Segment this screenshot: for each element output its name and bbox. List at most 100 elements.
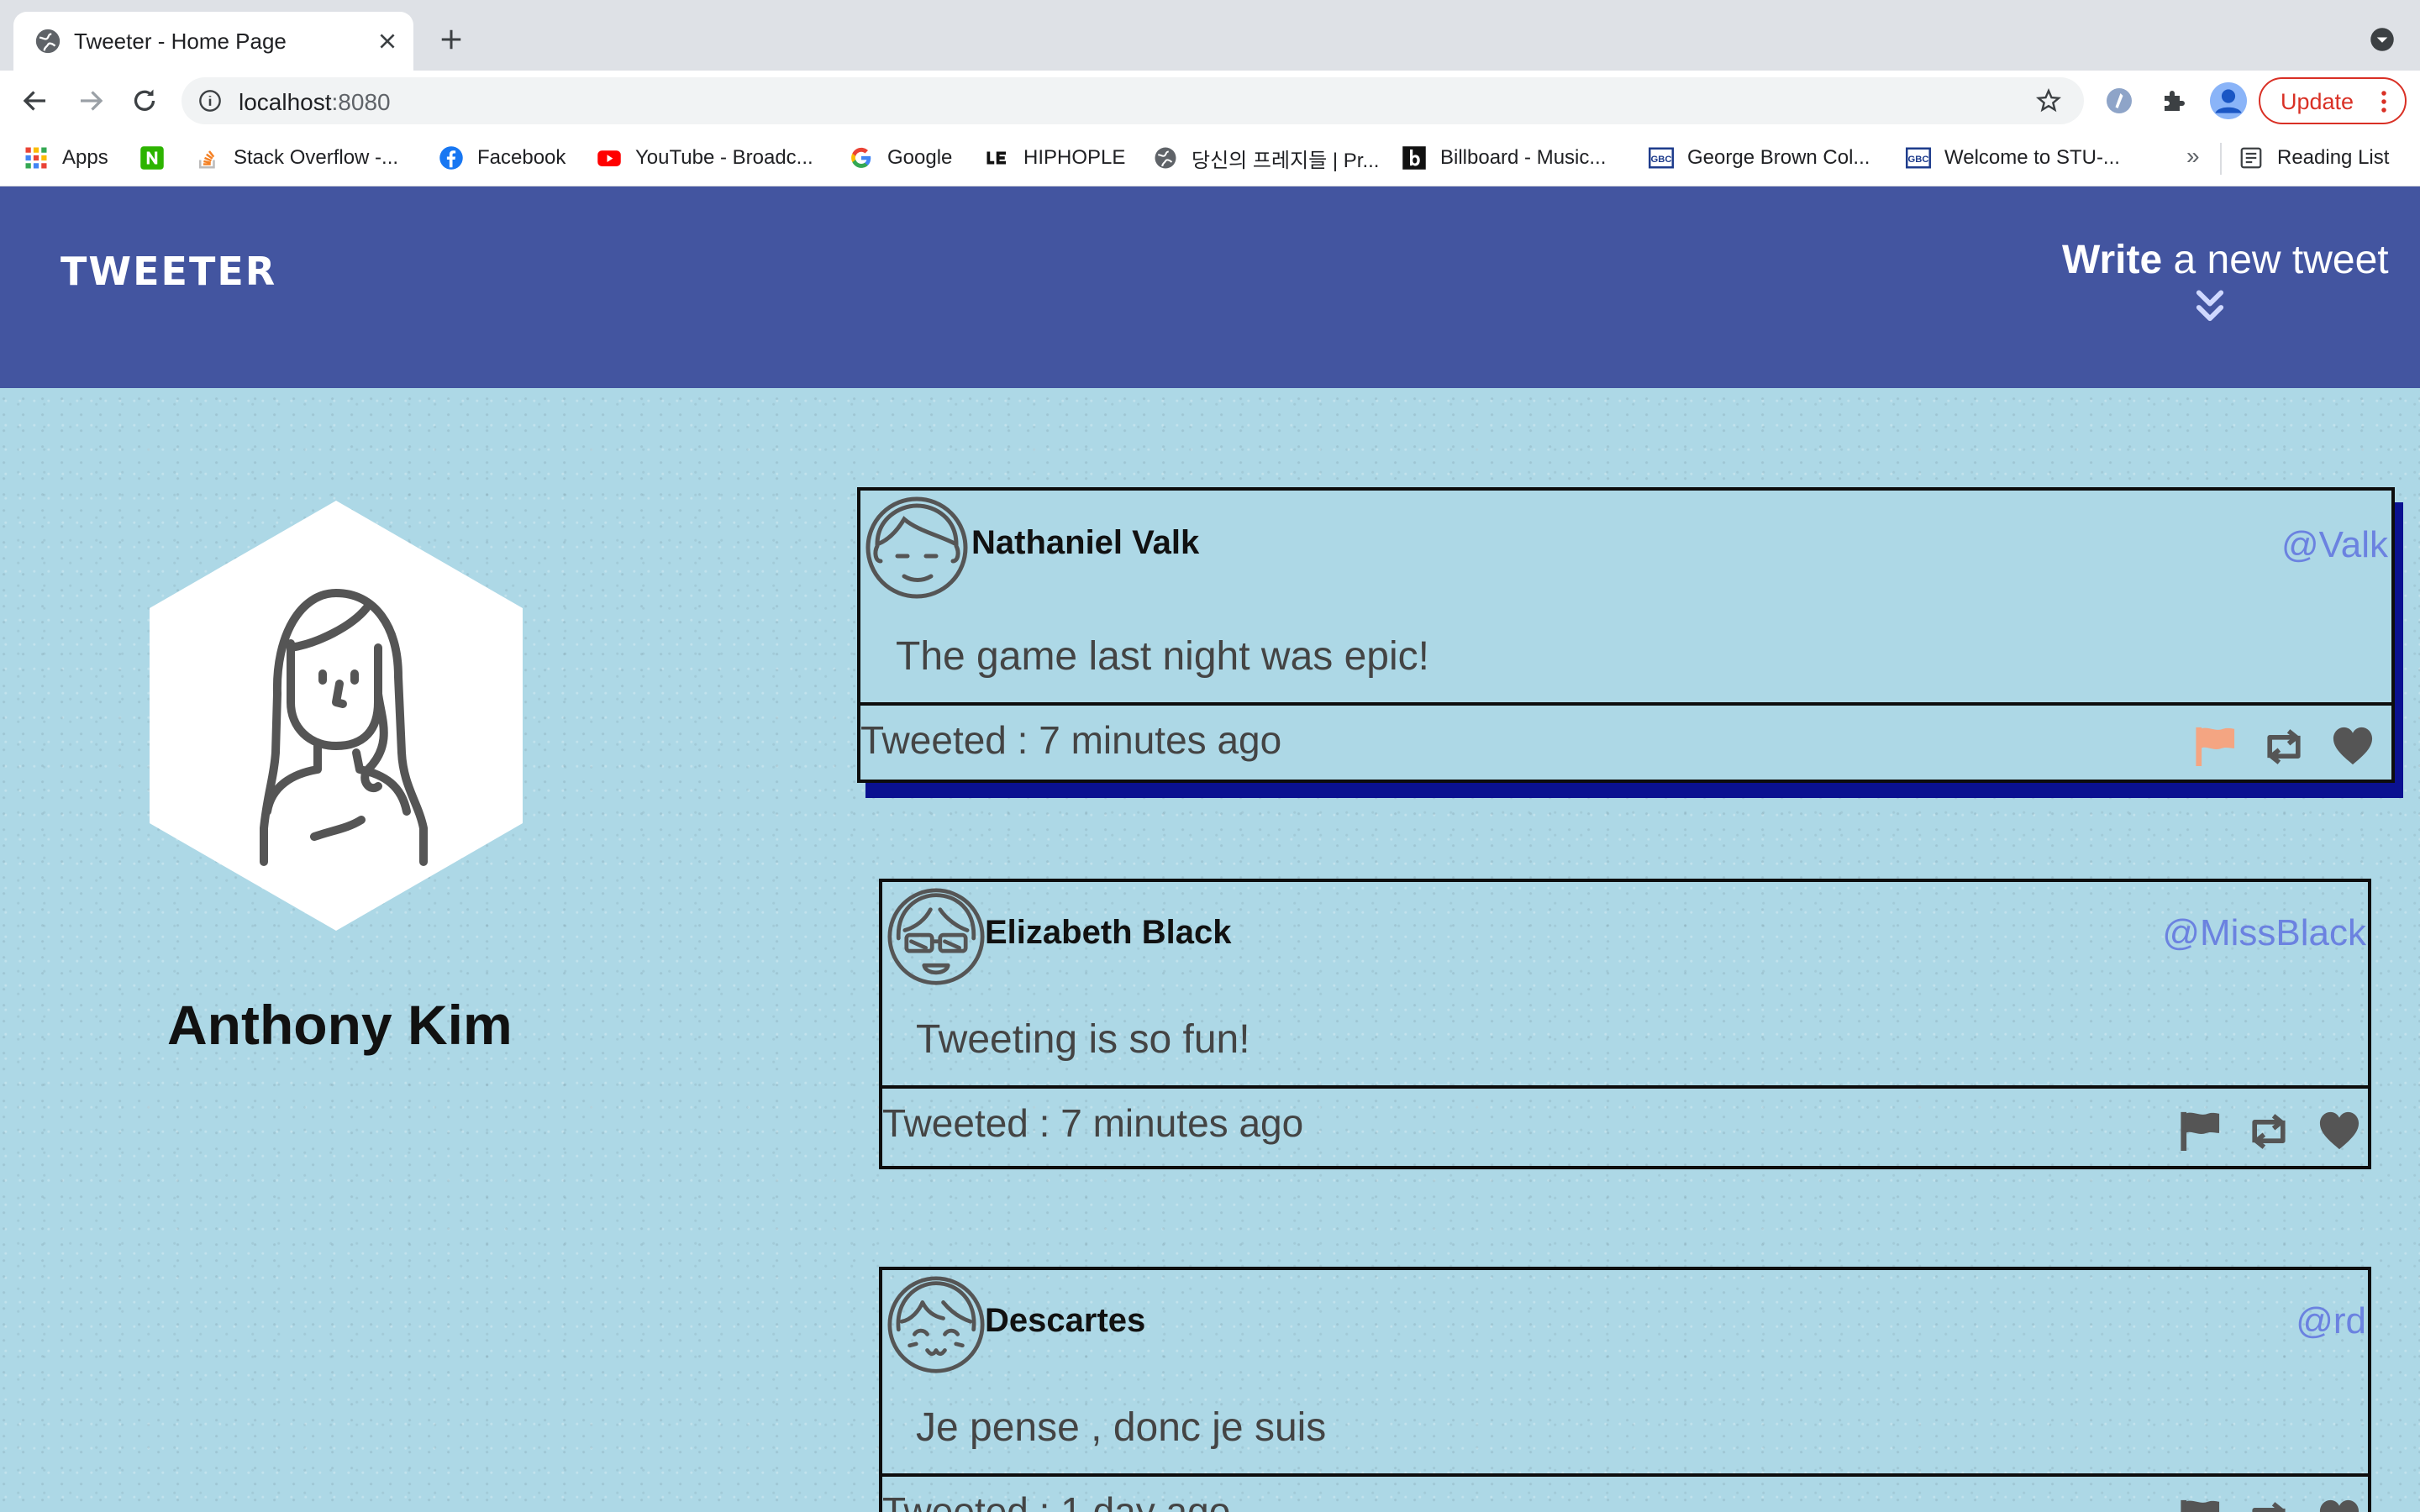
bookmark-label: Google [887, 146, 953, 169]
tweet-author-name[interactable]: Descartes [985, 1302, 1145, 1340]
globe-icon [35, 29, 60, 54]
tweet-text: The game last night was epic! [896, 634, 1429, 679]
tweet-divider [860, 702, 2391, 706]
browser-tab[interactable]: Tweeter - Home Page [13, 12, 413, 71]
hiphople-icon [986, 151, 1006, 165]
tweet-divider [882, 1473, 2368, 1477]
n-logo-icon [140, 146, 164, 170]
svg-text:GBC: GBC [1651, 155, 1672, 165]
bookmarks-overflow-button[interactable]: » [2186, 143, 2200, 170]
extension-pdf-icon[interactable] [2104, 86, 2134, 116]
url-port: :8080 [331, 89, 391, 115]
bookmark-stu[interactable]: GBC Welcome to STU-... [1906, 143, 2120, 173]
compose-rest-text: a new tweet [2162, 238, 2389, 282]
profile-person-icon [2210, 82, 2247, 119]
bookmarks-bar: Apps Stack Overflow -... Facebook YouTub… [0, 131, 2420, 186]
bookmark-billboard[interactable]: Billboard - Music... [1402, 143, 1606, 173]
tweet-author-name[interactable]: Elizabeth Black [985, 914, 1231, 952]
tab-search-icon[interactable] [2370, 27, 2395, 52]
page-body: TWEETER Write a new tweet Anthony Kim Na… [0, 186, 2420, 1512]
svg-text:GBC: GBC [1908, 155, 1929, 165]
tweet-author-handle[interactable]: @Valk [2281, 524, 2388, 566]
site-info-icon[interactable] [198, 89, 222, 113]
tweet-text: Je pense , donc je suis [916, 1405, 1327, 1450]
back-arrow-icon[interactable] [20, 86, 50, 116]
tweet-author-handle[interactable]: @MissBlack [2162, 912, 2366, 954]
bookmark-label: Welcome to STU-... [1944, 146, 2120, 169]
forward-arrow-icon[interactable] [76, 86, 106, 116]
apps-grid-icon [25, 147, 47, 169]
stackoverflow-icon [199, 150, 215, 169]
tweet-author-name[interactable]: Nathaniel Valk [971, 524, 1199, 562]
google-icon [851, 147, 871, 168]
bookmarks-divider [2220, 143, 2222, 175]
bookmark-label: Apps [62, 146, 108, 169]
tweet-author-handle[interactable]: @rd [2296, 1300, 2366, 1342]
bookmark-hiphople[interactable]: HIPHOPLE [985, 143, 1125, 173]
url-text: localhost:8080 [239, 89, 391, 116]
heart-icon[interactable] [2316, 1497, 2363, 1512]
heart-icon[interactable] [2329, 724, 2376, 766]
bookmark-george-brown[interactable]: GBC George Brown Col... [1649, 143, 1870, 173]
reading-list-icon [2240, 147, 2262, 169]
tweet-card[interactable]: Descartes @rd Je pense , donc je suis Tw… [879, 1267, 2371, 1512]
reload-icon[interactable] [129, 86, 160, 116]
bookmark-label: George Brown Col... [1687, 146, 1870, 169]
bookmark-n[interactable] [139, 143, 178, 173]
reading-list-label: Reading List [2277, 146, 2390, 169]
double-chevron-down-icon[interactable] [2195, 289, 2225, 326]
profile-avatar[interactable] [2210, 82, 2247, 119]
user-avatar-icon [887, 1276, 985, 1373]
bookmark-apps[interactable]: Apps [24, 143, 108, 173]
user-avatar-icon [887, 888, 985, 985]
bookmark-label: Stack Overflow -... [234, 146, 399, 169]
address-bar[interactable]: localhost:8080 [182, 77, 2084, 124]
bookmark-label: YouTube - Broadc... [635, 146, 813, 169]
tweet-timestamp: Tweeted : 7 minutes ago [860, 718, 1282, 762]
site-header: TWEETER Write a new tweet [0, 186, 2420, 388]
tweet-timestamp: Tweeted : 1 day ago [882, 1489, 1231, 1512]
flag-icon[interactable] [2176, 1109, 2223, 1151]
bookmark-facebook[interactable]: Facebook [439, 143, 566, 173]
compose-tweet-link[interactable]: Write a new tweet [2062, 237, 2389, 283]
reading-list-button[interactable]: Reading List [2238, 143, 2389, 173]
profile-avatar-image [150, 501, 523, 931]
extensions-puzzle-icon[interactable] [2160, 86, 2190, 116]
bookmark-label: Billboard - Music... [1440, 146, 1607, 169]
globe-icon [1155, 147, 1176, 169]
heart-icon[interactable] [2316, 1109, 2363, 1151]
tweet-card[interactable]: Nathaniel Valk @Valk The game last night… [857, 487, 2395, 783]
retweet-icon[interactable] [2245, 1499, 2292, 1512]
bookmark-google[interactable]: Google [849, 143, 952, 173]
flag-icon[interactable] [2176, 1497, 2223, 1512]
bookmark-label: 당신의 프레지들 | Pr... [1192, 149, 1380, 172]
youtube-icon [597, 150, 621, 166]
flag-icon[interactable] [2191, 724, 2238, 766]
compose-bold-text: Write [2062, 238, 2163, 282]
bookmark-stackoverflow[interactable]: Stack Overflow -... [195, 143, 398, 173]
more-vert-icon [2381, 91, 2386, 113]
retweet-icon[interactable] [2245, 1110, 2292, 1152]
tweet-timestamp: Tweeted : 7 minutes ago [882, 1101, 1304, 1145]
browser-tab-strip: Tweeter - Home Page [0, 0, 2420, 71]
url-host: localhost [239, 89, 332, 115]
update-button[interactable]: Update [2259, 77, 2407, 124]
tweet-card[interactable]: Elizabeth Black @MissBlack Tweeting is s… [879, 879, 2371, 1169]
gbc-icon: GBC [1649, 147, 1674, 169]
new-tab-plus-icon[interactable] [439, 27, 464, 52]
tweet-divider [882, 1085, 2368, 1089]
bookmark-label: HIPHOPLE [1023, 146, 1126, 169]
tweet-text: Tweeting is so fun! [916, 1017, 1250, 1062]
tab-title: Tweeter - Home Page [74, 29, 287, 54]
update-label: Update [2281, 89, 2354, 114]
profile-name: Anthony Kim [167, 994, 513, 1056]
site-logo[interactable]: TWEETER [60, 249, 276, 294]
user-avatar-icon [865, 496, 968, 599]
bookmark-star-icon[interactable] [2035, 87, 2062, 114]
browser-toolbar: localhost:8080 Update [0, 71, 2420, 131]
close-icon[interactable] [376, 30, 398, 52]
bookmark-youtube[interactable]: YouTube - Broadc... [597, 143, 813, 173]
facebook-icon [439, 146, 463, 170]
retweet-icon[interactable] [2260, 726, 2307, 768]
bookmark-korean-site[interactable]: 당신의 프레지들 | Pr... [1153, 143, 1379, 173]
